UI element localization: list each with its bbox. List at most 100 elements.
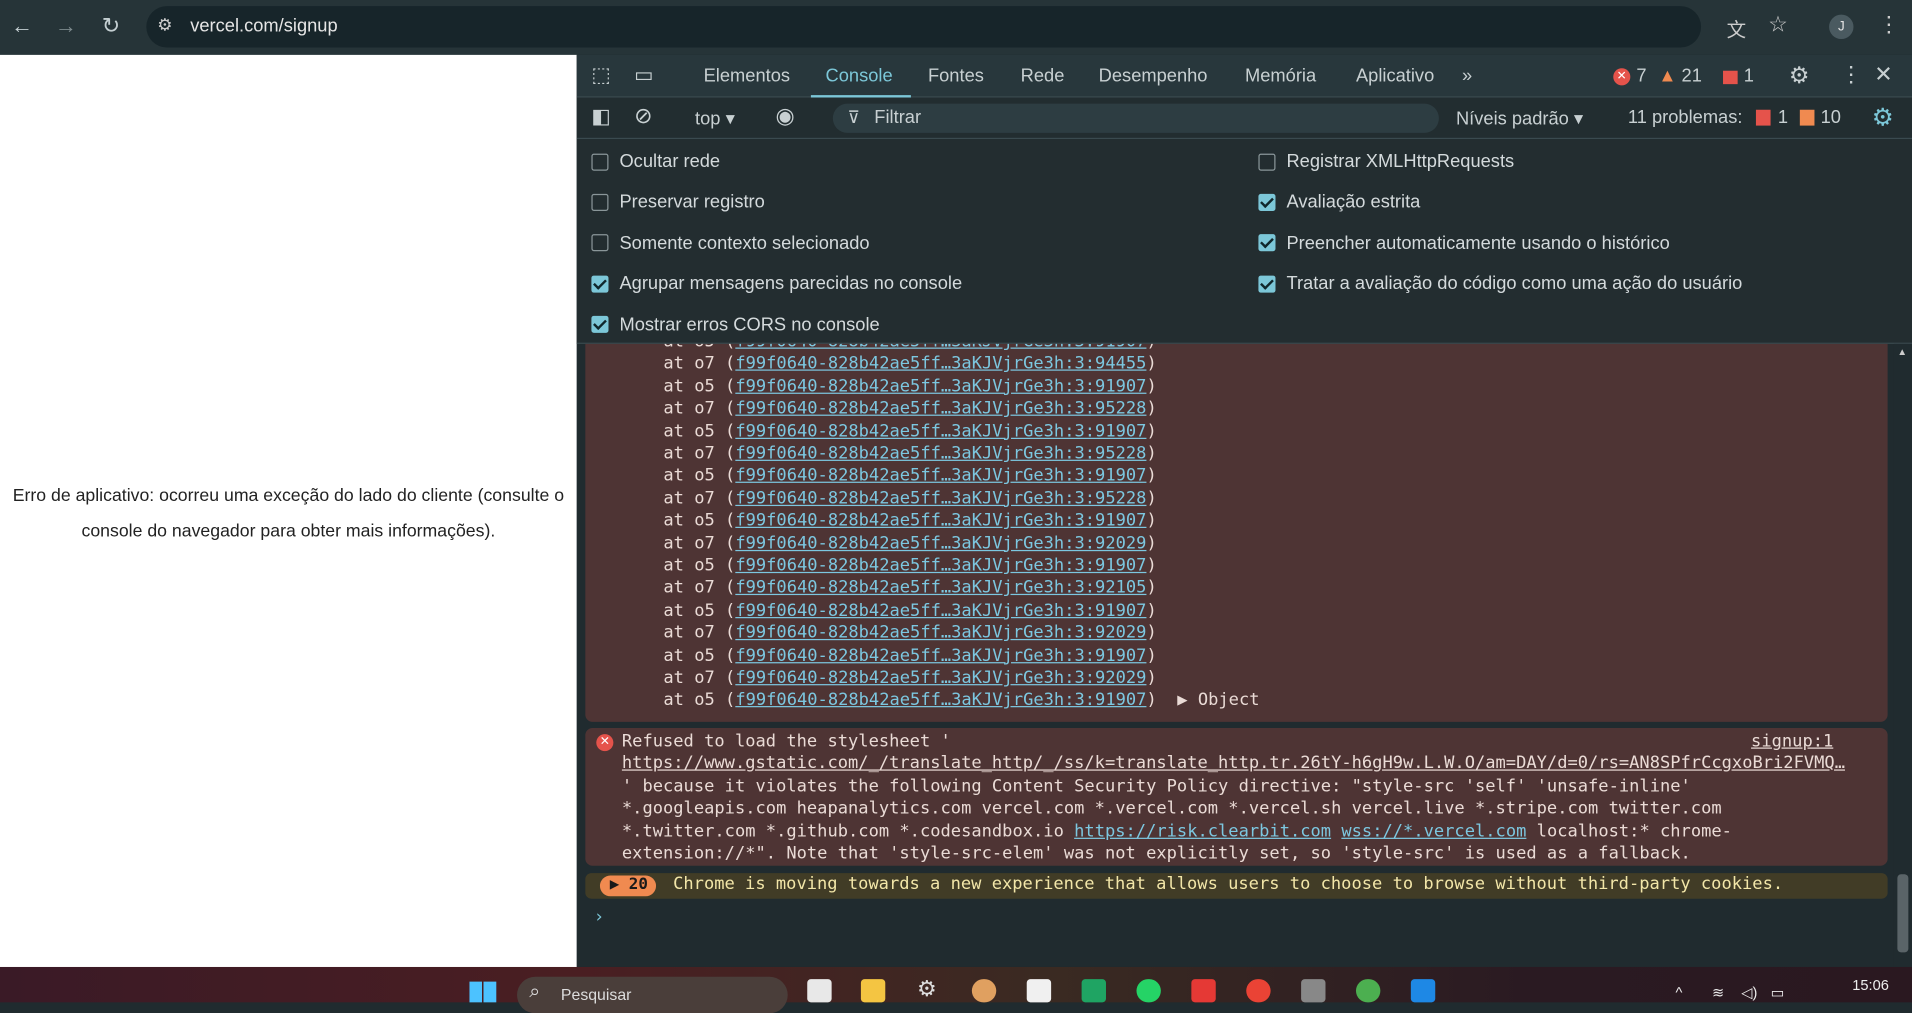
menu-icon[interactable]: ⋮ [1878, 12, 1900, 38]
stack-frame-link[interactable]: f99f0640-828b42ae5ff…3aKJVjrGe3h:3:91907 [735, 511, 1146, 531]
whatsapp-icon[interactable] [1136, 979, 1161, 1003]
setting-left-1[interactable]: Preservar registro [591, 192, 765, 213]
inspect-element-icon[interactable]: ⬚ [591, 63, 611, 87]
console-warning-message[interactable]: ▶ 20 Chrome is moving towards a new expe… [585, 873, 1888, 899]
tab-rede[interactable]: Rede [1021, 66, 1065, 87]
stack-frame-link[interactable]: f99f0640-828b42ae5ff…3aKJVjrGe3h:3:95228 [735, 489, 1146, 509]
error-icon[interactable]: ✕ [1613, 68, 1631, 86]
battery-icon[interactable]: ▭ [1771, 984, 1785, 1001]
stack-frame-link[interactable]: f99f0640-828b42ae5ff…3aKJVjrGe3h:3:91907 [735, 344, 1146, 351]
tab-console[interactable]: Console [826, 66, 893, 87]
setting-left-0[interactable]: Ocultar rede [591, 151, 720, 172]
repeat-count-badge[interactable]: ▶ 20 [599, 875, 657, 897]
stack-frame-link[interactable]: f99f0640-828b42ae5ff…3aKJVjrGe3h:3:91907 [735, 556, 1146, 576]
live-expression-eye-icon[interactable]: ◉ [776, 104, 795, 130]
stack-frame-link[interactable]: f99f0640-828b42ae5ff…3aKJVjrGe3h:3:91907 [735, 601, 1146, 621]
setting-right-0[interactable]: Registrar XMLHttpRequests [1258, 151, 1514, 172]
source-link[interactable]: signup:1 [1751, 732, 1833, 752]
error-count[interactable]: 7 [1636, 66, 1646, 87]
console-scrollbar[interactable]: ▲ [1893, 343, 1912, 967]
warning-count[interactable]: 21 [1682, 66, 1702, 87]
stack-frame-link[interactable]: f99f0640-828b42ae5ff…3aKJVjrGe3h:3:95228 [735, 444, 1146, 464]
problem-error-count[interactable]: 1 [1778, 107, 1788, 128]
stack-frame-link[interactable]: f99f0640-828b42ae5ff…3aKJVjrGe3h:3:91907 [735, 691, 1146, 711]
settings-gear-icon[interactable]: ⚙ [1789, 62, 1810, 90]
sidebar-toggle-icon[interactable]: ◧ [591, 105, 611, 129]
context-select[interactable]: top ▾ [695, 107, 735, 130]
issue-count[interactable]: 1 [1744, 66, 1754, 87]
forward-icon[interactable]: → [52, 13, 79, 39]
stack-frame-link[interactable]: f99f0640-828b42ae5ff…3aKJVjrGe3h:3:92029 [735, 668, 1146, 688]
setting-left-4[interactable]: Mostrar erros CORS no console [591, 314, 880, 335]
setting-left-2[interactable]: Somente contexto selecionado [591, 233, 870, 253]
taskbar-search[interactable]: ⌕ Pesquisar [517, 976, 788, 1013]
checkbox[interactable] [1258, 153, 1276, 171]
problems-label[interactable]: 11 problemas: [1628, 107, 1743, 128]
app-icon[interactable] [971, 979, 997, 1003]
windows-start-icon[interactable] [469, 981, 497, 1003]
issue-icon[interactable] [1723, 70, 1738, 85]
setting-right-1[interactable]: Avaliação estrita [1258, 192, 1420, 213]
tray-chevron-icon[interactable]: ^ [1675, 984, 1682, 1001]
console-settings-gear-icon[interactable]: ⚙ [1872, 102, 1894, 132]
stylesheet-url-link[interactable]: https://www.gstatic.com/_/translate_http… [622, 754, 1845, 774]
console-prompt[interactable]: › [594, 907, 604, 927]
clearbit-link[interactable]: https://risk.clearbit.com [1074, 822, 1331, 842]
vercel-wss-link[interactable]: wss://*.vercel.com [1341, 822, 1526, 842]
stack-frame-link[interactable]: f99f0640-828b42ae5ff…3aKJVjrGe3h:3:91907 [735, 421, 1146, 441]
warning-icon[interactable]: ▲ [1658, 66, 1676, 87]
settings-icon[interactable]: ⚙ [917, 977, 941, 1001]
store-icon[interactable] [807, 979, 832, 1003]
tab-desempenho[interactable]: Desempenho [1099, 66, 1208, 87]
checkbox[interactable] [1258, 234, 1276, 252]
stack-frame-link[interactable]: f99f0640-828b42ae5ff…3aKJVjrGe3h:3:91907 [735, 377, 1146, 397]
translate-icon[interactable]: 文 [1727, 13, 1747, 42]
stack-frame-link[interactable]: f99f0640-828b42ae5ff…3aKJVjrGe3h:3:95228 [735, 399, 1146, 419]
close-devtools-icon[interactable]: ✕ [1874, 62, 1892, 88]
chrome-icon[interactable] [1246, 979, 1271, 1003]
volume-icon[interactable]: ◁) [1741, 984, 1757, 1001]
app-icon[interactable] [1301, 979, 1326, 1003]
profile-avatar[interactable]: J [1829, 14, 1854, 40]
device-toolbar-icon[interactable]: ▭ [634, 63, 654, 87]
setting-right-3[interactable]: Tratar a avaliação do código como uma aç… [1258, 273, 1742, 294]
tab-memoria[interactable]: Memória [1245, 66, 1316, 87]
back-icon[interactable]: ← [9, 13, 36, 39]
clock[interactable]: 15:06 [1852, 977, 1889, 994]
tab-aplicativo[interactable]: Aplicativo [1356, 66, 1434, 87]
google-drive-icon[interactable] [1081, 979, 1106, 1003]
youtube-icon[interactable] [1191, 979, 1216, 1003]
bookmark-star-icon[interactable]: ☆ [1768, 12, 1788, 38]
address-bar[interactable]: ⚙ vercel.com/signup [146, 6, 1702, 48]
scrollbar-thumb[interactable] [1897, 874, 1909, 953]
setting-left-3[interactable]: Agrupar mensagens parecidas no console [591, 273, 962, 294]
devtools-menu-icon[interactable]: ⋮ [1840, 62, 1862, 88]
more-tabs-icon[interactable]: » [1462, 66, 1472, 87]
checkbox[interactable] [591, 234, 609, 252]
scroll-up-icon[interactable]: ▲ [1897, 346, 1907, 357]
expand-object[interactable]: ▶ Object [1157, 691, 1259, 711]
stack-frame-link[interactable]: f99f0640-828b42ae5ff…3aKJVjrGe3h:3:92029 [735, 623, 1146, 643]
tab-fontes[interactable]: Fontes [928, 66, 984, 87]
tab-elementos[interactable]: Elementos [704, 66, 790, 87]
checkbox[interactable] [1258, 193, 1276, 211]
chrome-profile-icon[interactable] [1355, 979, 1381, 1003]
stack-frame-link[interactable]: f99f0640-828b42ae5ff…3aKJVjrGe3h:3:94455 [735, 354, 1146, 374]
checkbox[interactable] [591, 193, 609, 211]
app-icon[interactable] [1026, 979, 1052, 1003]
site-settings-icon[interactable]: ⚙ [157, 15, 172, 36]
checkbox[interactable] [591, 153, 609, 171]
setting-right-2[interactable]: Preencher automaticamente usando o histó… [1258, 233, 1670, 253]
stack-frame-link[interactable]: f99f0640-828b42ae5ff…3aKJVjrGe3h:3:91907 [735, 646, 1146, 666]
filter-input[interactable]: ⊽ Filtrar [832, 103, 1439, 133]
checkbox[interactable] [1258, 275, 1276, 293]
stack-frame-link[interactable]: f99f0640-828b42ae5ff…3aKJVjrGe3h:3:91907 [735, 466, 1146, 486]
outlook-icon[interactable] [1410, 979, 1436, 1003]
log-levels-dropdown[interactable]: Níveis padrão ▾ [1456, 107, 1583, 130]
reload-icon[interactable]: ↻ [98, 13, 125, 39]
stack-frame-link[interactable]: f99f0640-828b42ae5ff…3aKJVjrGe3h:3:92029 [735, 534, 1146, 554]
problem-warning-count[interactable]: 10 [1821, 107, 1841, 128]
checkbox[interactable] [591, 315, 609, 334]
wifi-icon[interactable]: ≋ [1712, 984, 1724, 1001]
clear-console-icon[interactable]: ⊘ [634, 104, 652, 130]
